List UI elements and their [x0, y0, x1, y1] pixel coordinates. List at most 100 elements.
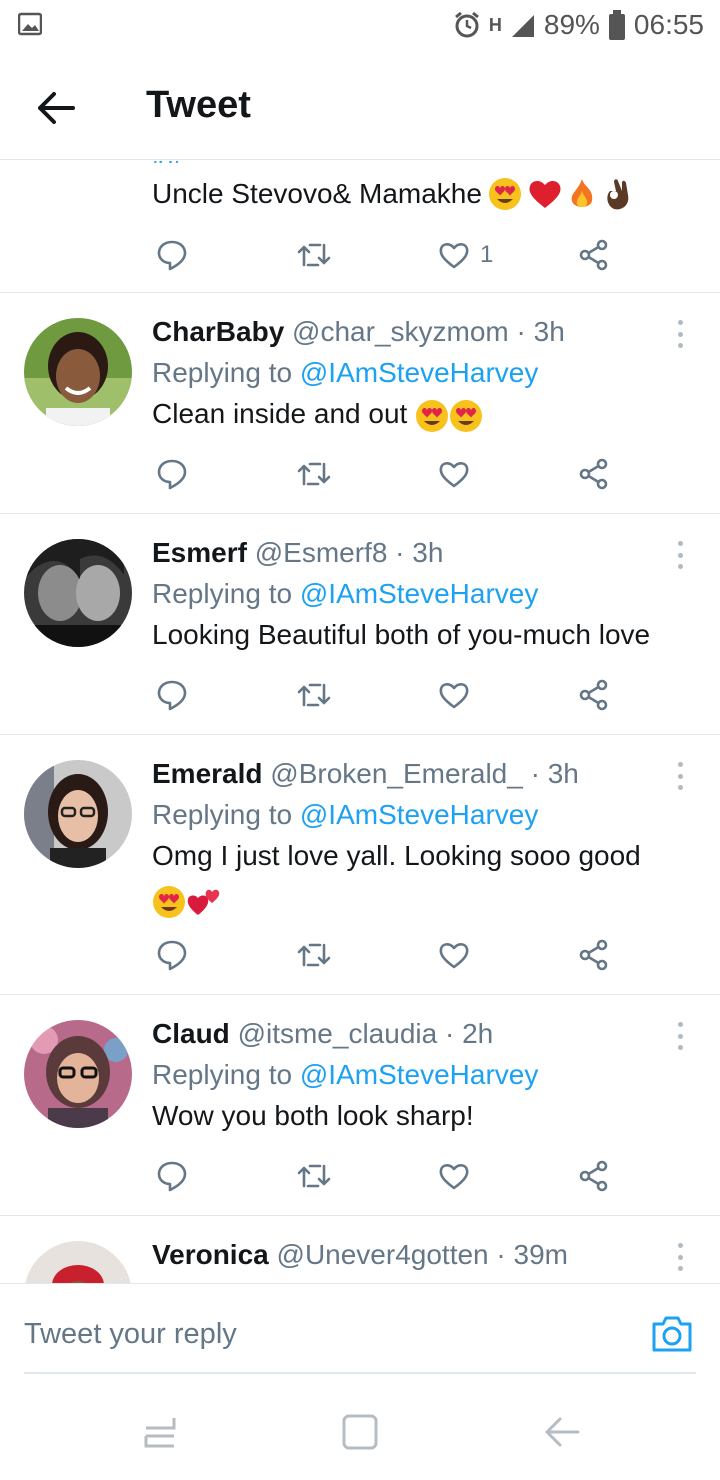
reply-composer: Tweet your reply [0, 1283, 720, 1375]
retweet-icon [297, 243, 331, 267]
partial-handle-fragment: @ ̶ ̶ ̶ ̶ ̶ [152, 161, 219, 163]
mention-link[interactable]: @IAmSteveHarvey [300, 357, 539, 388]
tweet-card[interactable]: Claud @itsme_claudia · 2h Replying to @I… [0, 996, 720, 1216]
tweet-body: Uncle Stevovo& Mamakhe [152, 177, 632, 211]
reply-icon [157, 1161, 187, 1192]
more-options-button[interactable] [670, 756, 690, 796]
avatar[interactable] [24, 1241, 132, 1283]
tweet-actions: 1 [152, 233, 632, 277]
tweet-card[interactable]: Emerald @Broken_Emerald_ · 3h Replying t… [0, 736, 720, 995]
reply-button[interactable] [156, 933, 188, 977]
page-title: Tweet [146, 84, 251, 126]
like-count: 1 [480, 241, 494, 268]
back-button[interactable] [30, 82, 82, 134]
like-button[interactable] [438, 452, 470, 496]
red-heart-emoji-icon [529, 180, 561, 208]
share-button[interactable] [578, 933, 610, 977]
display-name[interactable]: Emerald [152, 758, 263, 789]
home-icon [342, 1414, 378, 1450]
tweet-body: Clean inside and out [152, 392, 697, 436]
tweet-actions [152, 452, 632, 496]
retweet-button[interactable] [296, 1154, 332, 1198]
tweet-partial[interactable]: @ ̶ ̶ ̶ ̶ ̶ Uncle Stevovo& Mamakhe [0, 161, 720, 293]
reply-input[interactable]: Tweet your reply [24, 1318, 237, 1351]
reply-button[interactable] [156, 673, 188, 717]
camera-icon [652, 1316, 692, 1352]
share-icon [579, 679, 608, 711]
replying-to-label: Replying to [152, 799, 293, 830]
home-button[interactable] [340, 1412, 380, 1452]
share-button[interactable] [578, 233, 610, 277]
tweet-card[interactable]: CharBaby @char_skyzmom · 3h Replying to … [0, 294, 720, 514]
more-options-button[interactable] [670, 1237, 690, 1277]
reply-icon [157, 680, 187, 711]
user-handle: @itsme_claudia [237, 1018, 438, 1049]
arrow-left-icon [38, 92, 75, 124]
display-name[interactable]: Claud [152, 1018, 230, 1049]
recent-apps-button[interactable] [140, 1412, 180, 1452]
like-icon [439, 462, 469, 488]
heart-eyes-emoji-icon [488, 178, 521, 210]
more-options-button[interactable] [670, 535, 690, 575]
replies-feed[interactable]: @ ̶ ̶ ̶ ̶ ̶ Uncle Stevovo& Mamakhe [0, 161, 720, 1283]
share-icon [579, 1160, 608, 1192]
retweet-button[interactable] [296, 933, 332, 977]
like-button[interactable] [438, 673, 470, 717]
system-back-button[interactable] [542, 1412, 582, 1452]
mention-link[interactable]: @IAmSteveHarvey [300, 578, 539, 609]
avatar[interactable] [24, 1020, 132, 1128]
tweet-time: · 3h [530, 758, 579, 789]
like-button[interactable]: 1 [438, 233, 493, 277]
replying-to-label: Replying to [152, 1059, 293, 1090]
camera-button[interactable] [650, 1314, 694, 1358]
retweet-button[interactable] [296, 673, 332, 717]
display-name[interactable]: Esmerf [152, 537, 247, 568]
reply-button[interactable] [156, 1154, 188, 1198]
status-bar: H 89% 06:55 [0, 0, 720, 52]
avatar[interactable] [24, 760, 132, 868]
tweet-actions [152, 673, 632, 717]
avatar[interactable] [24, 539, 132, 647]
share-button[interactable] [578, 452, 610, 496]
user-handle: @char_skyzmom [292, 316, 509, 347]
reply-icon [157, 940, 187, 971]
tweet-time: · 3h [395, 537, 444, 568]
heart-eyes-emoji-icon [450, 399, 483, 432]
reply-icon [157, 459, 187, 490]
display-name[interactable]: CharBaby [152, 316, 284, 347]
tweet-time: · 39m [496, 1239, 568, 1270]
user-handle: @Broken_Emerald_ [270, 758, 523, 789]
retweet-icon [297, 943, 331, 967]
retweet-button[interactable] [296, 452, 332, 496]
user-handle: @Unever4gotten [276, 1239, 489, 1270]
tweet-body: Wow you both look sharp! [152, 1100, 474, 1131]
reply-button[interactable] [156, 233, 188, 277]
share-icon [579, 239, 608, 271]
more-options-button[interactable] [670, 1016, 690, 1056]
heart-eyes-emoji-icon [416, 399, 449, 432]
more-options-button[interactable] [670, 314, 690, 354]
share-button[interactable] [578, 673, 610, 717]
mention-link[interactable]: @IAmSteveHarvey [300, 799, 539, 830]
back-icon [545, 1417, 580, 1447]
retweet-button[interactable] [296, 233, 332, 277]
alarm-icon [454, 11, 479, 38]
reply-button[interactable] [156, 452, 188, 496]
retweet-icon [297, 1164, 331, 1188]
system-nav-bar [0, 1380, 720, 1480]
display-name[interactable]: Veronica [152, 1239, 269, 1270]
fire-emoji-icon [571, 179, 593, 207]
avatar[interactable] [24, 318, 132, 426]
tweet-card[interactable]: Esmerf @Esmerf8 · 3h Replying to @IAmSte… [0, 515, 720, 735]
share-button[interactable] [578, 1154, 610, 1198]
like-button[interactable] [438, 1154, 470, 1198]
network-type: H [488, 14, 502, 35]
retweet-icon [297, 683, 331, 707]
mention-link[interactable]: @IAmSteveHarvey [300, 1059, 539, 1090]
like-icon [439, 943, 469, 969]
signal-icon [511, 15, 534, 37]
like-button[interactable] [438, 933, 470, 977]
tweet-card[interactable]: Veronica @Unever4gotten · 39m [0, 1217, 720, 1283]
ok-hand-emoji-icon [607, 179, 629, 210]
two-hearts-emoji-icon [187, 889, 220, 915]
